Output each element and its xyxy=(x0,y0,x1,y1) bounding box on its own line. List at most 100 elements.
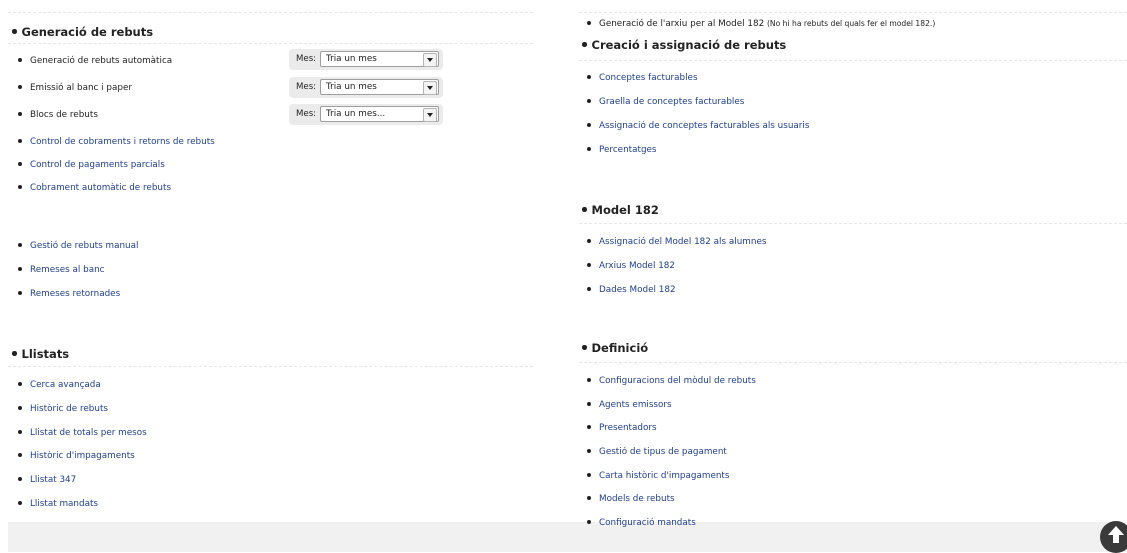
bullet-icon xyxy=(587,122,591,127)
separator xyxy=(8,12,533,13)
section-title-definicio: Definició xyxy=(582,341,648,355)
link-label: Dades Model 182 xyxy=(599,285,676,295)
link-cerca-avancada[interactable]: Cerca avançada xyxy=(18,380,101,391)
bullet-icon xyxy=(582,345,587,350)
footer-bar xyxy=(8,522,1127,552)
link-label: Remeses al banc xyxy=(30,265,105,275)
separator xyxy=(579,12,1127,13)
section-title-llistats: Llistats xyxy=(12,347,69,361)
bullet-icon xyxy=(587,424,591,429)
link-gestio-tipus-pagament[interactable]: Gestió de tipus de pagament xyxy=(587,447,727,458)
link-label: Remeses retornades xyxy=(30,289,121,299)
link-assignacio-model-182[interactable]: Assignació del Model 182 als alumnes xyxy=(587,237,766,248)
bullet-icon xyxy=(587,20,591,25)
month-select[interactable]: Tria un mes xyxy=(320,51,439,67)
link-arxius-model-182[interactable]: Arxius Model 182 xyxy=(587,261,675,272)
month-label: Mes: xyxy=(296,54,317,64)
separator xyxy=(579,223,1127,224)
link-cobrament-automatic[interactable]: Cobrament automàtic de rebuts xyxy=(18,183,171,194)
link-control-pagaments-parcials[interactable]: Control de pagaments parcials xyxy=(18,160,165,171)
bullet-icon xyxy=(587,519,591,524)
link-label: Configuracions del mòdul de rebuts xyxy=(599,376,756,386)
link-llistat-totals-mesos[interactable]: Llistat de totals per mesos xyxy=(18,428,147,439)
link-configuracions-modul[interactable]: Configuracions del mòdul de rebuts xyxy=(587,376,756,387)
bullet-icon xyxy=(18,242,22,247)
link-control-cobraments[interactable]: Control de cobraments i retorns de rebut… xyxy=(18,137,215,148)
bullet-icon xyxy=(587,74,591,79)
bullet-icon xyxy=(587,286,591,291)
section-title-text: Llistats xyxy=(21,347,70,361)
bullet-icon xyxy=(18,381,22,386)
month-label: Mes: xyxy=(296,82,317,92)
arrow-up-circle-icon[interactable] xyxy=(1100,521,1127,553)
link-presentadors[interactable]: Presentadors xyxy=(587,423,657,434)
bullet-icon xyxy=(587,472,591,477)
month-select[interactable]: Tria un mes... xyxy=(320,106,439,122)
link-label: Configuració mandats xyxy=(599,518,696,528)
month-select-panel: Mes: Tria un mes xyxy=(289,77,443,98)
bullet-icon xyxy=(587,401,591,406)
month-select-value: Tria un mes xyxy=(326,54,377,64)
section-title-creacio: Creació i assignació de rebuts xyxy=(582,38,786,52)
chevron-down-icon[interactable] xyxy=(423,108,437,122)
bullet-icon xyxy=(582,207,587,212)
link-carta-historic-impagaments[interactable]: Carta històric d'impagaments xyxy=(587,471,729,482)
link-label: Assignació del Model 182 als alumnes xyxy=(599,237,767,247)
link-graella-conceptes[interactable]: Graella de conceptes facturables xyxy=(587,97,744,108)
chevron-down-icon[interactable] xyxy=(423,81,437,95)
link-label: Models de rebuts xyxy=(599,494,675,504)
month-select-value: Tria un mes xyxy=(326,82,377,92)
link-llistat-mandats[interactable]: Llistat mandats xyxy=(18,499,98,510)
list-item-label: Generació de l'arxiu per al Model 182 xyxy=(599,19,765,29)
link-agents-emissors[interactable]: Agents emissors xyxy=(587,400,672,411)
link-label: Cerca avançada xyxy=(30,380,101,390)
link-llistat-347[interactable]: Llistat 347 xyxy=(18,475,76,486)
month-select-panel: Mes: Tria un mes... xyxy=(289,104,443,125)
bullet-icon xyxy=(587,495,591,500)
link-models-rebuts[interactable]: Models de rebuts xyxy=(587,494,675,505)
link-assignacio-conceptes[interactable]: Assignació de conceptes facturables als … xyxy=(587,121,809,132)
bullet-icon xyxy=(18,476,22,481)
link-historic-impagaments[interactable]: Històric d'impagaments xyxy=(18,451,135,462)
link-remeses-retornades[interactable]: Remeses retornades xyxy=(18,289,120,300)
link-label: Control de pagaments parcials xyxy=(30,160,165,170)
bullet-icon xyxy=(18,290,22,295)
bullet-icon xyxy=(12,29,17,34)
chevron-down-icon[interactable] xyxy=(423,53,437,67)
link-remeses-banc[interactable]: Remeses al banc xyxy=(18,265,105,276)
month-label: Mes: xyxy=(296,109,317,119)
separator xyxy=(8,366,533,367)
separator xyxy=(8,43,533,44)
link-dades-model-182[interactable]: Dades Model 182 xyxy=(587,285,676,296)
section-title-text: Definició xyxy=(591,341,649,355)
link-label: Carta històric d'impagaments xyxy=(599,471,730,481)
section-title-text: Model 182 xyxy=(591,203,659,217)
bullet-icon xyxy=(18,500,22,505)
bullet-icon xyxy=(587,238,591,243)
section-title-model-182: Model 182 xyxy=(582,203,659,217)
month-select[interactable]: Tria un mes xyxy=(320,79,439,95)
link-gestio-rebuts-manual[interactable]: Gestió de rebuts manual xyxy=(18,241,138,252)
bullet-icon xyxy=(18,161,22,166)
link-label: Agents emissors xyxy=(599,400,672,410)
bullet-icon xyxy=(587,377,591,382)
list-item-emissio-banc: Emissió al banc i paper xyxy=(18,83,132,94)
link-label: Gestió de rebuts manual xyxy=(30,241,139,251)
bullet-icon xyxy=(587,146,591,151)
bullet-icon xyxy=(18,452,22,457)
list-item-label: Generació de rebuts automàtica xyxy=(30,56,173,66)
link-percentatges[interactable]: Percentatges xyxy=(587,145,657,156)
list-item-blocs-rebuts: Blocs de rebuts xyxy=(18,110,98,121)
link-conceptes-facturables[interactable]: Conceptes facturables xyxy=(587,73,698,84)
month-select-panel: Mes: Tria un mes xyxy=(289,49,443,70)
bullet-icon xyxy=(18,138,22,143)
list-item-label: Emissió al banc i paper xyxy=(30,83,133,93)
link-label: Graella de conceptes facturables xyxy=(599,97,745,107)
link-historic-rebuts[interactable]: Històric de rebuts xyxy=(18,404,108,415)
link-configuracio-mandats[interactable]: Configuració mandats xyxy=(587,518,696,529)
link-label: Llistat de totals per mesos xyxy=(30,428,147,438)
list-item-note: (No hi ha rebuts del quals fer el model … xyxy=(766,19,936,28)
bullet-icon xyxy=(587,98,591,103)
bullet-icon xyxy=(18,111,22,116)
list-item-generacio-automatica: Generació de rebuts automàtica xyxy=(18,56,172,67)
